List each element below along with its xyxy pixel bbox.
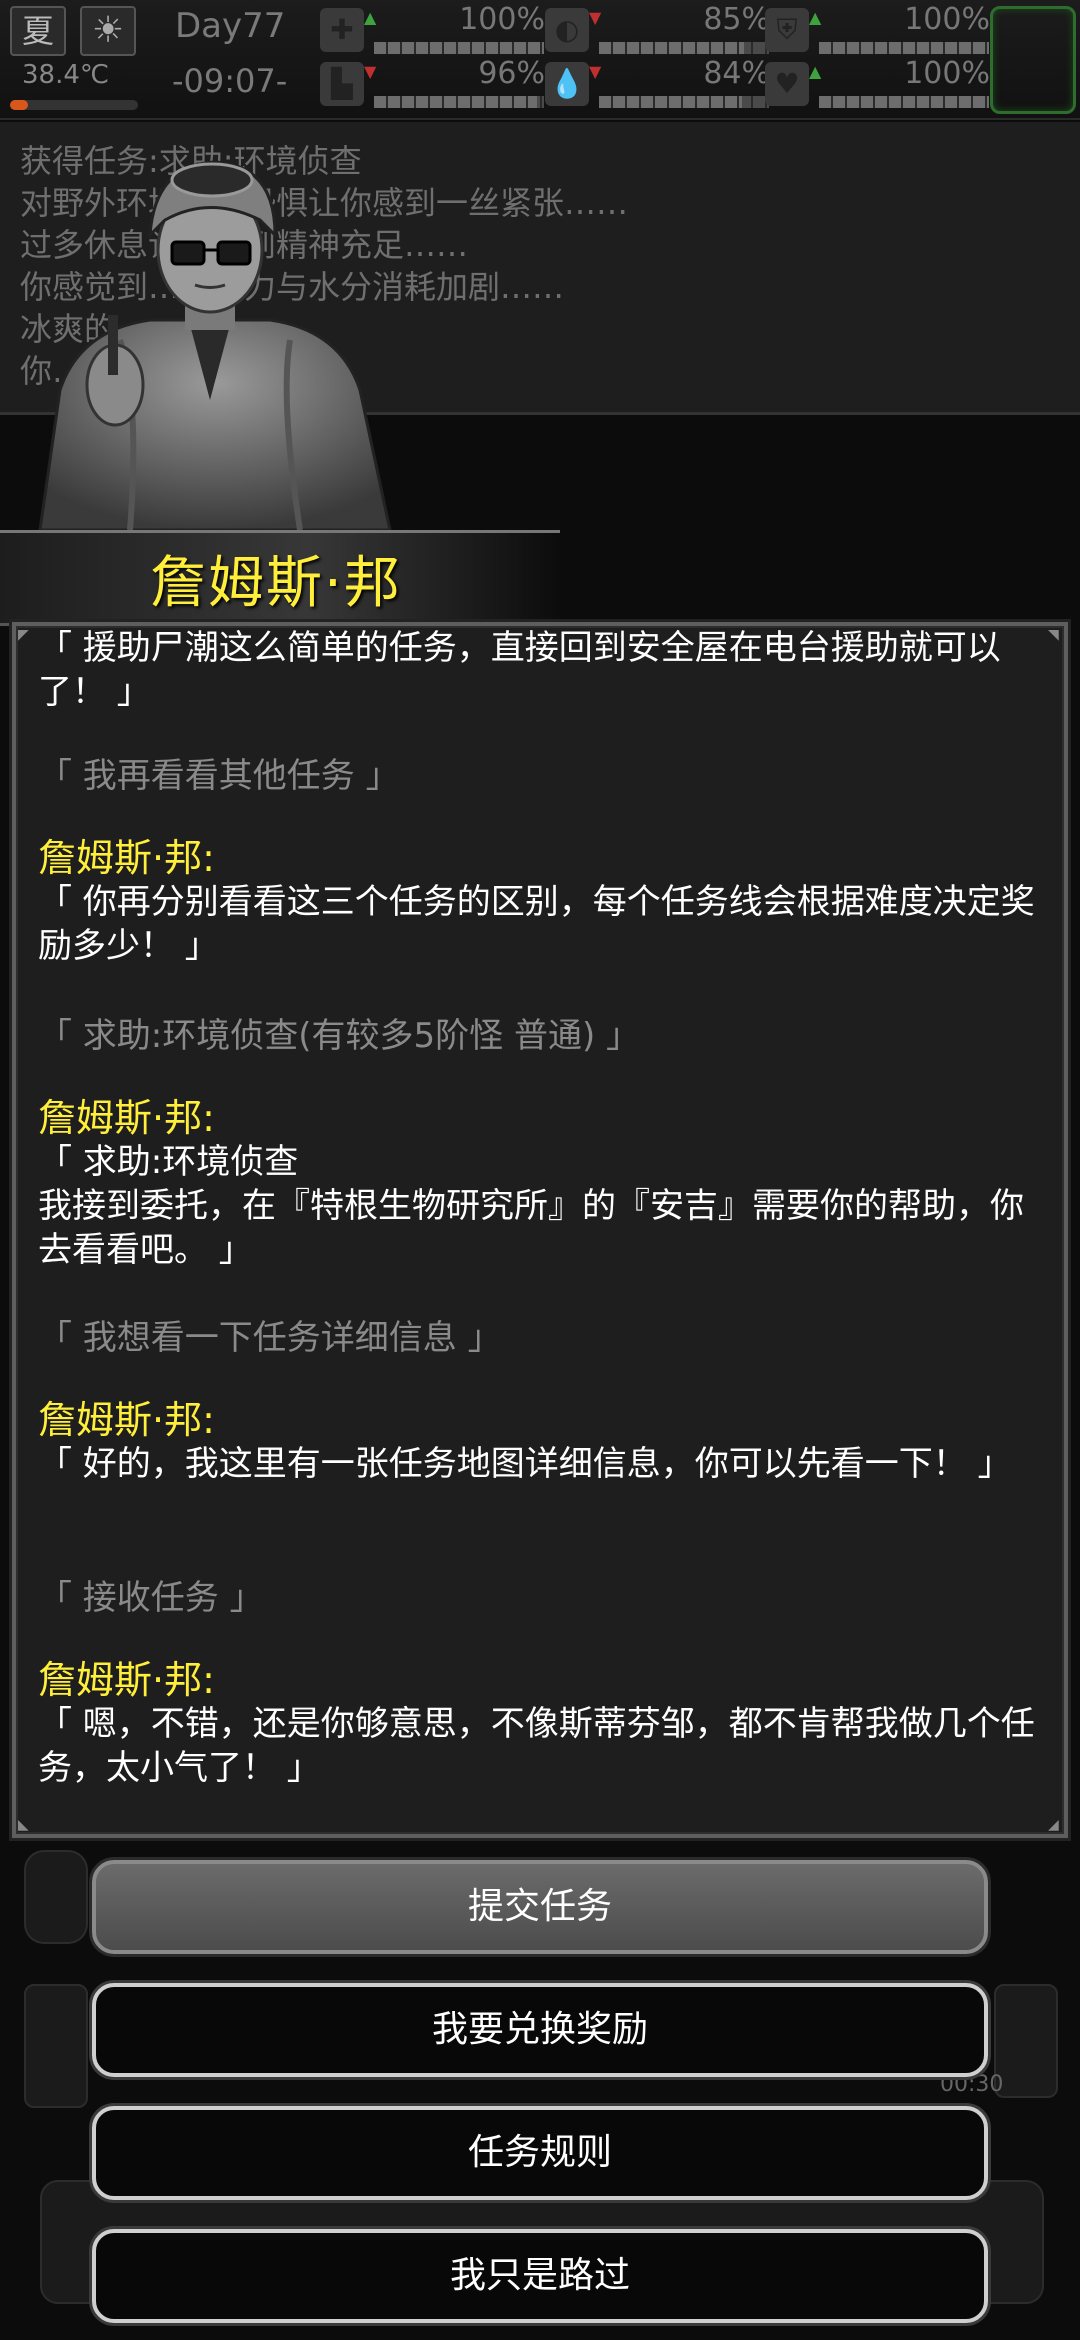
npc-portrait [38,160,392,530]
just-passing-button[interactable]: 我只是路过 [92,2229,988,2323]
clock-text: -09:07- [172,62,288,100]
redeem-reward-button[interactable]: 我要兑换奖励 [92,1983,988,2077]
player-choice: 「 求助:环境侦查(有较多5阶怪 普通) 」 [38,1016,641,1056]
npc-message: 「 求助:环境侦查 [38,1142,299,1182]
equipment-slot[interactable] [990,6,1076,114]
panel-corner-ornament: ◥ [1048,627,1059,643]
trend-down-icon: ▼ [364,62,377,81]
sun-icon: ☀ [80,6,136,56]
npc-message: 「 嗯，不错，还是你够意思，不像斯蒂芬邹，都不肯帮我做几个任务，太小气了！ 」 [38,1704,1035,1788]
stomach-icon: ◐ [545,8,589,52]
signal-icon[interactable] [994,1984,1058,2098]
speaker-name: 詹姆斯·邦 [150,551,402,616]
medkit-icon: ✚ [320,8,364,52]
trend-up-icon: ▲ [809,8,822,27]
npc-message: 「 援助尸潮这么简单的任务，直接回到安全屋在电台援助就可以了！ 」 [38,628,1001,712]
day-counter: Day77 [175,6,286,46]
panel-corner-ornament: ◢ [1048,1817,1059,1833]
mood-bar-fill [819,96,989,108]
heart-icon: ♥ [765,62,809,106]
hunger-value: 85% [703,2,770,37]
npc-message: 「 你再分别看看这三个任务的区别，每个任务线会根据难度决定奖励多少！ 」 [38,882,1035,966]
panel-corner-ornament: ◣ [18,1817,29,1833]
water-drop-icon: 💧 [545,62,589,106]
thirst-value: 84% [703,56,770,91]
stat-mood: ♥ ▲ 100% [765,56,990,108]
health-bar-fill [374,42,544,54]
player-choice: 「 接收任务 」 [38,1578,264,1618]
quest-rules-button[interactable]: 任务规则 [92,2106,988,2200]
stat-hunger: ◐ ▼ 85% [545,2,770,54]
stat-stamina: ▙ ▼ 96% [320,56,545,108]
speaker-label: 詹姆斯·邦: [38,836,215,880]
hand-icon[interactable] [24,1984,88,2108]
trend-down-icon: ▼ [589,62,602,81]
mood-value: 100% [904,56,990,91]
player-choice: 「 我想看一下任务详细信息 」 [38,1318,502,1358]
boot-icon: ▙ [320,62,364,106]
stat-health: ✚ ▲ 100% [320,2,545,54]
armor-bar-fill [819,42,989,54]
dialog-panel[interactable]: ◤ ◥ ◣ ◢ 「 援助尸潮这么简单的任务，直接回到安全屋在电台援助就可以了！ … [12,622,1068,1838]
thirst-bar-fill [599,96,742,108]
npc-message: 「 好的，我这里有一张任务地图详细信息，你可以先看一下！ 」 [38,1444,1012,1484]
stamina-value: 96% [478,56,545,91]
speaker-label: 詹姆斯·邦: [38,1398,215,1442]
trend-up-icon: ▲ [809,62,822,81]
stat-armor: ⛨ ▲ 100% [765,2,990,54]
npc-message: 我接到委托，在『特根生物研究所』的『安吉』需要你的帮助，你去看看吧。 」 [38,1186,1024,1270]
armor-value: 100% [904,2,990,37]
submit-quest-button[interactable]: 提交任务 [92,1860,988,1954]
temperature-text: 38.4℃ [22,60,110,90]
hunger-bar-fill [599,42,744,54]
shield-icon: ⛨ [765,8,809,52]
panel-corner-ornament: ◤ [18,627,29,643]
trend-up-icon: ▲ [364,8,377,27]
hud-panel [24,1850,88,1944]
trend-down-icon: ▼ [589,8,602,27]
stat-thirst: 💧 ▼ 84% [545,56,770,108]
player-choice: 「 我再看看其他任务 」 [38,756,400,796]
health-value: 100% [459,2,545,37]
temperature-bar [10,100,138,110]
stamina-bar-fill [374,96,538,108]
speaker-label: 詹姆斯·邦: [38,1096,215,1140]
season-indicator: 夏 [10,6,66,56]
speaker-label: 詹姆斯·邦: [38,1658,215,1702]
status-bar: 夏 ☀ 38.4℃ Day77 -09:07- ✚ ▲ 100% ◐ ▼ 85%… [0,0,1080,120]
